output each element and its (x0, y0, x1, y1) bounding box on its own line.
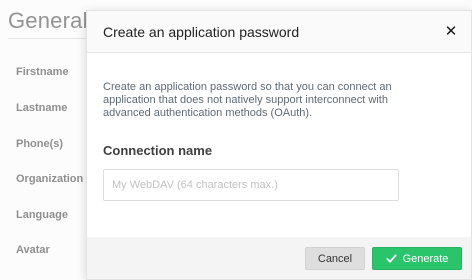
dialog-header: Create an application password ✕ (87, 11, 471, 53)
generate-button[interactable]: Generate (372, 247, 462, 270)
cancel-button-label: Cancel (317, 252, 353, 265)
create-app-password-dialog: Create an application password ✕ Create … (86, 10, 472, 280)
connection-name-label: Connection name (103, 143, 213, 158)
connection-name-input[interactable] (103, 169, 399, 201)
dialog-footer: Cancel Generate (87, 237, 471, 279)
dialog-title: Create an application password (103, 24, 300, 40)
close-icon[interactable]: ✕ (441, 21, 461, 41)
check-icon (386, 254, 397, 263)
dialog-description: Create an application password so that y… (103, 81, 392, 119)
generate-button-label: Generate (402, 252, 449, 265)
cancel-button[interactable]: Cancel (305, 247, 365, 270)
